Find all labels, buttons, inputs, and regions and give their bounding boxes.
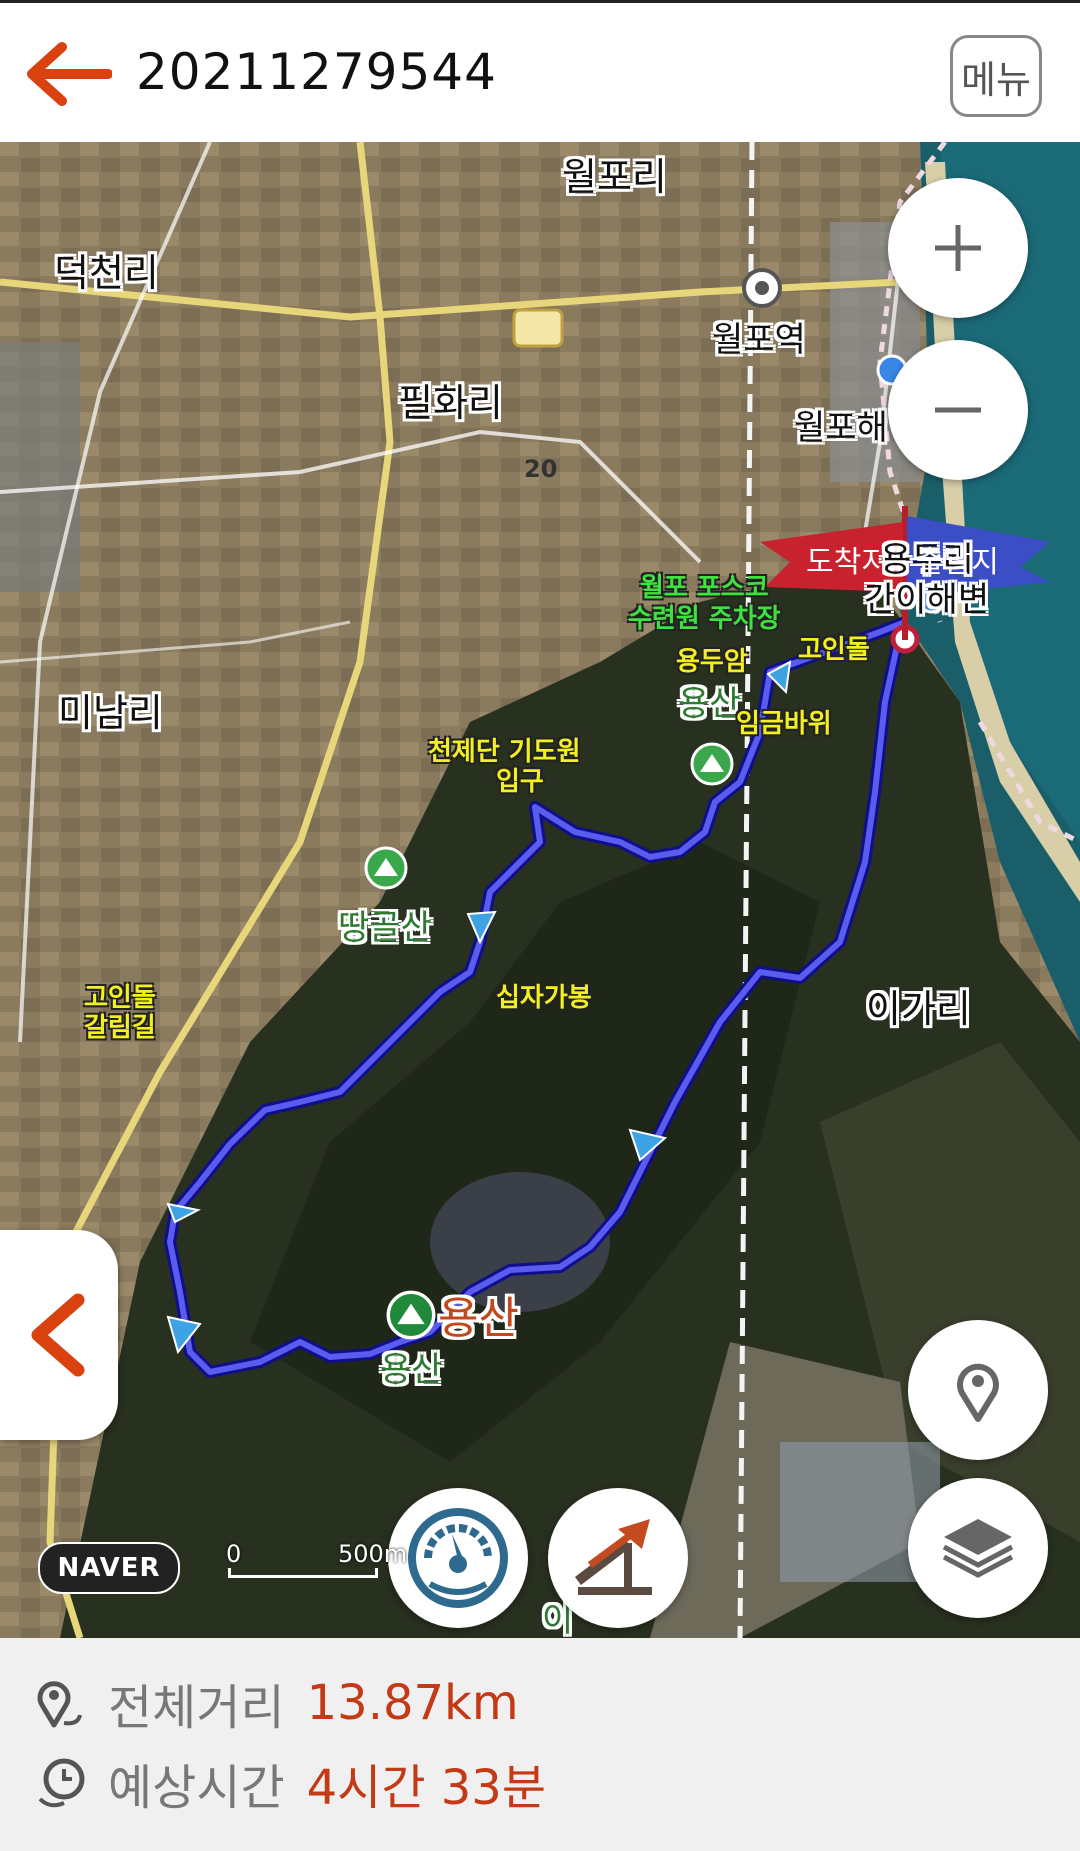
speedometer-icon xyxy=(408,1508,508,1608)
naver-logo: NAVER xyxy=(38,1542,180,1594)
annotation-goindol-2: 고인돌 xyxy=(84,983,156,1013)
route-summary: 전체거리 13.87km 예상시간 4시간 33분 xyxy=(0,1638,1080,1851)
my-location-button[interactable] xyxy=(908,1320,1048,1460)
annotation-sipjagabong: 십자가봉 xyxy=(496,983,592,1013)
elevation-icon xyxy=(574,1519,652,1595)
time-value: 4시간 33분 xyxy=(306,1760,546,1816)
place-wolpori: 월포리 xyxy=(562,155,667,199)
layers-icon xyxy=(942,1519,1014,1578)
distance-row: 전체거리 13.87km xyxy=(34,1668,519,1738)
road-20-number: 20 xyxy=(524,455,558,483)
collapse-panel-tab[interactable] xyxy=(0,1230,118,1440)
annotation-suryonwon: 수련원 주차장 xyxy=(628,604,781,634)
elevation-profile-button[interactable] xyxy=(548,1488,688,1628)
zoom-out-button[interactable] xyxy=(888,340,1028,480)
plus-icon xyxy=(935,225,981,271)
place-ttanggolsan: 땅골산 xyxy=(338,908,432,948)
distance-label: 전체거리 xyxy=(108,1680,285,1736)
annotation-cheonjedan: 천제단 기도원 xyxy=(428,737,581,767)
place-wolpo-station: 월포역 xyxy=(712,320,806,360)
map-scale-bar: 0 500m xyxy=(226,1540,407,1578)
mountain-peak-icon xyxy=(386,1290,436,1340)
mountain-icon xyxy=(364,846,408,890)
annotation-wolpo-posco: 월포 포스코 xyxy=(640,573,769,603)
time-label: 예상시간 xyxy=(108,1760,285,1816)
place-yongsan-big: 용산 xyxy=(438,1293,519,1344)
place-deokcheonri: 덕천리 xyxy=(54,251,159,295)
map-view[interactable]: 7 20 월포리 덕천리 월포역 필화리 월포해 미남리 땅골산 용산 용산 용… xyxy=(0,142,1080,1638)
annotation-yongduam: 용두암 xyxy=(676,647,748,677)
route-distance-icon xyxy=(37,1681,82,1728)
minus-icon xyxy=(935,407,981,413)
chevron-left-icon xyxy=(31,1293,85,1377)
place-yongsan-small: 용산 xyxy=(678,684,741,724)
location-pin-icon xyxy=(957,1363,999,1422)
place-wolpohae: 월포해 xyxy=(794,408,888,448)
annotation-galrimgil: 갈림길 xyxy=(84,1013,156,1043)
mountain-icon xyxy=(690,742,734,786)
scale-zero: 0 xyxy=(226,1540,242,1568)
time-row: 예상시간 4시간 33분 xyxy=(34,1748,546,1818)
annotation-goindol-1: 고인돌 xyxy=(798,635,870,665)
place-minamri: 미남리 xyxy=(58,691,163,735)
distance-value: 13.87km xyxy=(306,1675,519,1731)
zoom-in-button[interactable] xyxy=(888,178,1028,318)
departure-flag-label: 출발지 xyxy=(916,545,999,580)
place-yongsan-sub: 용산 xyxy=(380,1350,443,1390)
scale-distance: 500m xyxy=(338,1540,408,1568)
back-arrow-icon[interactable] xyxy=(22,39,112,109)
page-title: 20211279544 xyxy=(136,43,497,101)
map-layers-button[interactable] xyxy=(908,1478,1048,1618)
arrival-flag-label: 도착지 xyxy=(806,545,889,580)
road-20-shield xyxy=(512,308,564,348)
clock-icon xyxy=(38,1758,85,1808)
annotation-ipgu: 입구 xyxy=(496,767,544,797)
annotation-imgeumbawi: 임금바위 xyxy=(736,709,832,739)
menu-button[interactable]: 메뉴 xyxy=(950,35,1042,117)
header: 20211279544 메뉴 xyxy=(0,0,1080,142)
speed-gauge-button[interactable] xyxy=(388,1488,528,1628)
place-igari: 이가리 xyxy=(866,987,971,1031)
place-pilhwari: 필화리 xyxy=(398,381,503,425)
